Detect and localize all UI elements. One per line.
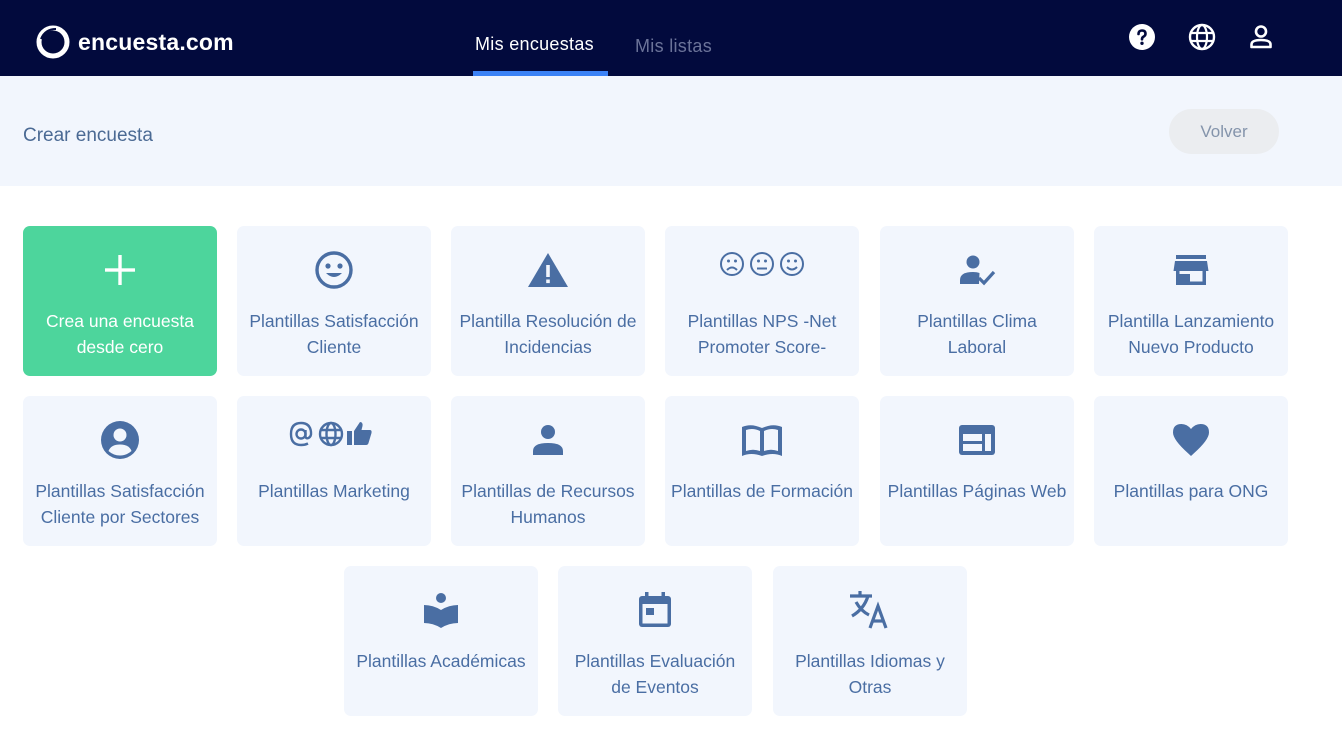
logo-text: encuesta.com	[78, 28, 234, 55]
card-label: Plantilla Resolución de Incidencias	[459, 311, 637, 357]
marketing-icons	[237, 414, 431, 454]
faces-icon	[665, 244, 859, 284]
template-card-nuevo-producto[interactable]: Plantilla Lanzamiento Nuevo Producto	[1094, 226, 1288, 376]
template-card-formacion[interactable]: Plantillas de Formación	[665, 396, 859, 546]
web-icon	[880, 420, 1074, 460]
card-label: Plantillas Páginas Web	[887, 481, 1067, 501]
card-label: Plantillas para ONG	[1113, 481, 1269, 501]
template-card-academicas[interactable]: Plantillas Académicas	[344, 566, 538, 716]
smiley-icon	[237, 250, 431, 290]
template-card-satisfaccion-cliente[interactable]: Plantillas Satisfacción Cliente	[237, 226, 431, 376]
plus-icon	[23, 250, 217, 290]
card-label: Plantillas NPS -Net Promoter Score-	[687, 311, 837, 357]
card-label: Crea una encuesta desde cero	[46, 311, 194, 357]
warning-icon	[451, 250, 645, 290]
card-label: Plantillas Satisfacción Cliente	[249, 311, 419, 357]
top-navbar: encuesta.com Mis encuestas Mis listas	[0, 0, 1342, 76]
globe-icon[interactable]	[1188, 23, 1216, 51]
user-check-icon	[880, 250, 1074, 290]
person-icon	[451, 420, 645, 460]
tab-mis-listas[interactable]: Mis listas	[635, 36, 712, 57]
template-card-rrhh[interactable]: Plantillas de Recursos Humanos	[451, 396, 645, 546]
template-card-idiomas[interactable]: Plantillas Idiomas y Otras	[773, 566, 967, 716]
template-card-nps[interactable]: Plantillas NPS -Net Promoter Score-	[665, 226, 859, 376]
template-card-incidencias[interactable]: Plantilla Resolución de Incidencias	[451, 226, 645, 376]
book-icon	[665, 420, 859, 460]
heart-icon	[1094, 420, 1288, 460]
logo[interactable]: encuesta.com	[36, 25, 234, 59]
card-label: Plantillas Clima Laboral	[917, 311, 1037, 357]
calendar-icon	[558, 590, 752, 630]
logo-icon	[36, 25, 70, 59]
card-label: Plantillas Idiomas y Otras	[795, 651, 945, 697]
card-label: Plantillas Satisfacción Cliente por Sect…	[35, 481, 205, 527]
help-icon[interactable]	[1128, 23, 1156, 51]
template-card-sectores[interactable]: Plantillas Satisfacción Cliente por Sect…	[23, 396, 217, 546]
template-card-marketing[interactable]: Plantillas Marketing	[237, 396, 431, 546]
card-label: Plantilla Lanzamiento Nuevo Producto	[1107, 311, 1275, 357]
card-label: Plantillas de Formación	[671, 481, 853, 501]
card-label: Plantillas Académicas	[356, 651, 526, 671]
translate-icon	[773, 590, 967, 630]
user-icon[interactable]	[1247, 23, 1275, 51]
template-card-paginas-web[interactable]: Plantillas Páginas Web	[880, 396, 1074, 546]
account-circle-icon	[23, 420, 217, 460]
store-icon	[1094, 250, 1288, 290]
reader-icon	[344, 590, 538, 630]
card-label: Plantillas de Recursos Humanos	[461, 481, 635, 527]
page-header: Crear encuesta Volver	[0, 76, 1342, 186]
tab-mis-encuestas[interactable]: Mis encuestas	[475, 34, 594, 55]
template-card-clima-laboral[interactable]: Plantillas Clima Laboral	[880, 226, 1074, 376]
page-title: Crear encuesta	[23, 125, 153, 146]
back-button[interactable]: Volver	[1169, 109, 1279, 154]
template-card-ong[interactable]: Plantillas para ONG	[1094, 396, 1288, 546]
card-label: Plantillas Evaluación de Eventos	[574, 651, 736, 697]
card-label: Plantillas Marketing	[258, 481, 410, 501]
template-card-eventos[interactable]: Plantillas Evaluación de Eventos	[558, 566, 752, 716]
create-from-scratch-card[interactable]: Crea una encuesta desde cero	[23, 226, 217, 376]
